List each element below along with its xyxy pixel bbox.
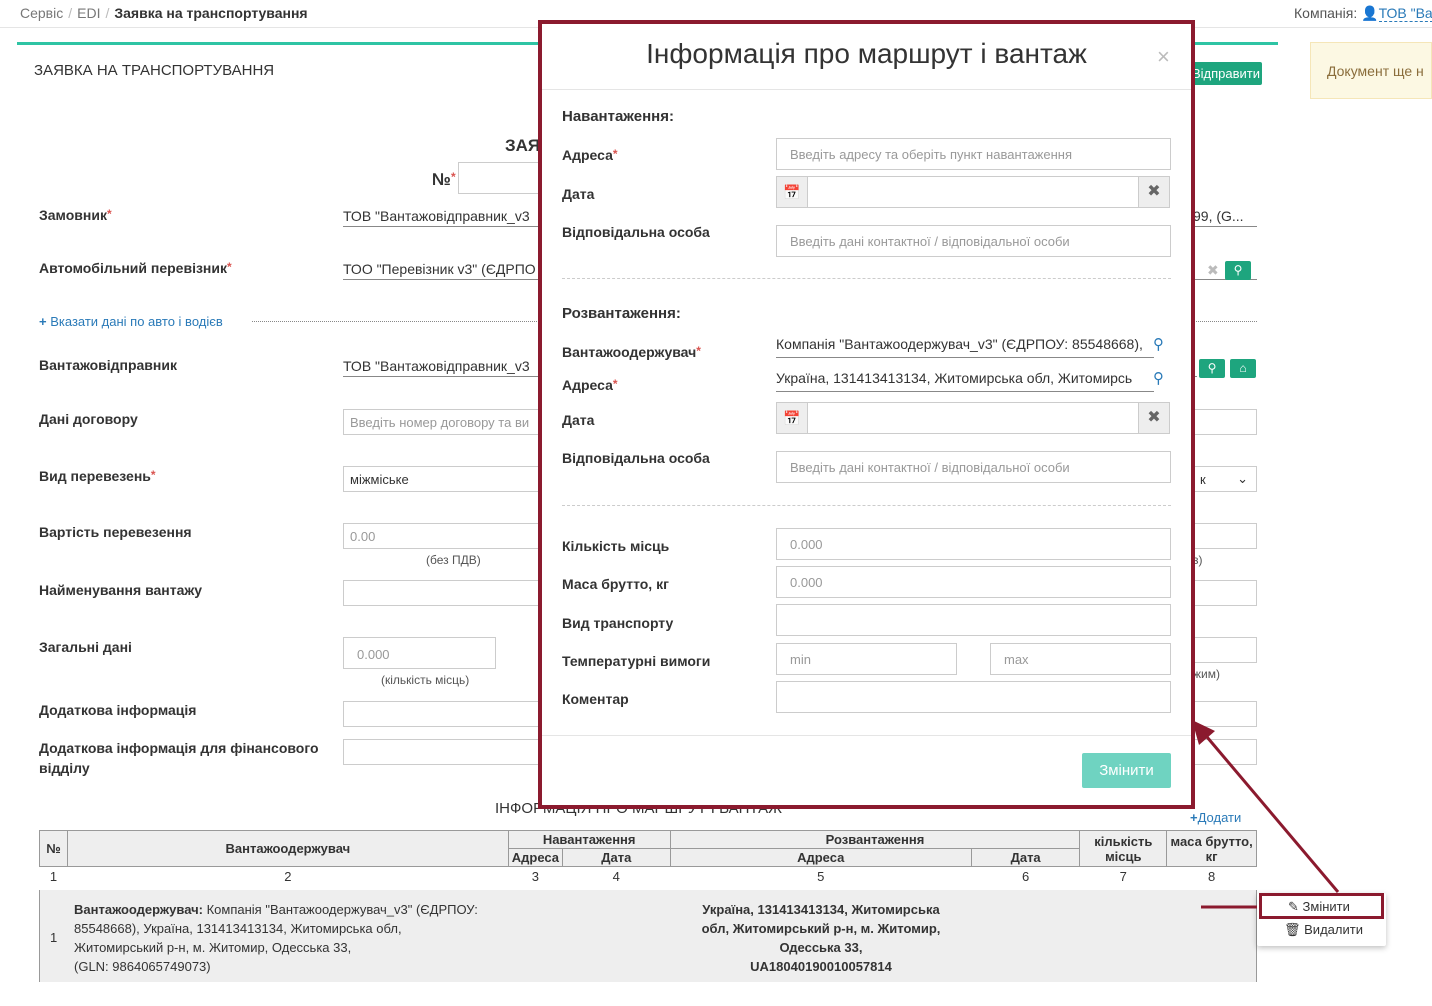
loading-contact-label: Відповідальна особа xyxy=(562,224,710,240)
loading-address-input[interactable]: Введіть адресу та оберіть пункт навантаж… xyxy=(776,138,1171,170)
unloading-contact-label: Відповідальна особа xyxy=(562,450,710,466)
unloading-section-title: Розвантаження: xyxy=(562,305,681,322)
comment-label: Коментар xyxy=(562,691,629,707)
modal-header-divider xyxy=(542,89,1191,90)
search-icon[interactable]: ⚲ xyxy=(1153,369,1164,387)
modal-title: Інформація про маршрут і вантаж xyxy=(646,38,1087,69)
loading-contact-input[interactable]: Введіть дані контактної / відповідальної… xyxy=(776,225,1171,257)
consignee-field[interactable]: Компанія "Вантажоодержувач_v3" (ЄДРПОУ: … xyxy=(776,336,1154,358)
unloading-contact-input[interactable]: Введіть дані контактної / відповідальної… xyxy=(776,451,1171,483)
transport-type-input[interactable] xyxy=(776,604,1171,636)
calendar-icon[interactable]: 📅 xyxy=(776,402,808,434)
transport-type-label: Вид транспорту xyxy=(562,615,674,631)
consignee-label: Вантажоодержувач* xyxy=(562,344,701,360)
places-label: Кількість місць xyxy=(562,538,670,554)
unloading-address-label: Адреса* xyxy=(562,377,618,393)
section-divider xyxy=(562,505,1171,506)
temperature-min-input[interactable]: min xyxy=(776,643,957,675)
modal-footer-divider xyxy=(542,735,1191,736)
save-button[interactable]: Змінити xyxy=(1082,753,1171,788)
search-icon[interactable]: ⚲ xyxy=(1153,335,1164,353)
loading-address-label: Адреса* xyxy=(562,147,618,163)
mass-label: Маса брутто, кг xyxy=(562,576,669,592)
clear-date-icon[interactable]: ✖ xyxy=(1138,176,1170,208)
unloading-date-label: Дата xyxy=(562,412,595,428)
calendar-icon[interactable]: 📅 xyxy=(776,176,808,208)
comment-input[interactable] xyxy=(776,681,1171,713)
section-divider xyxy=(562,278,1171,279)
loading-date-input[interactable] xyxy=(807,176,1139,208)
clear-date-icon[interactable]: ✖ xyxy=(1138,402,1170,434)
loading-date-label: Дата xyxy=(562,186,595,202)
places-input[interactable]: 0.000 xyxy=(776,528,1171,560)
temperature-label: Температурні вимоги xyxy=(562,653,711,669)
unloading-date-input[interactable] xyxy=(807,402,1139,434)
close-icon[interactable]: × xyxy=(1157,44,1170,70)
temperature-max-input[interactable]: max xyxy=(990,643,1171,675)
unloading-address-field[interactable]: Україна, 131413413134, Житомирська обл, … xyxy=(776,370,1154,392)
mass-input[interactable]: 0.000 xyxy=(776,566,1171,598)
loading-section-title: Навантаження: xyxy=(562,108,674,125)
